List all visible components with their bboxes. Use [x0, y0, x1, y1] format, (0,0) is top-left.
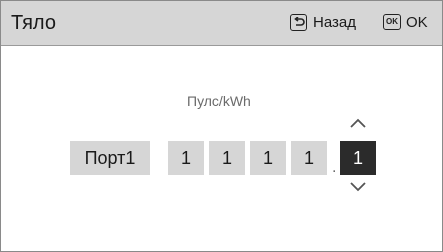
digit-value: 1 [180, 147, 191, 168]
chevron-down-icon[interactable] [349, 181, 367, 193]
digit-value: 1 [352, 147, 363, 168]
digit-value: 1 [262, 147, 273, 168]
port-label: Порт1 [84, 147, 136, 168]
decimal-separator: . [332, 159, 337, 176]
ok-key-icon: OK [383, 14, 401, 30]
digit-2[interactable]: 1 [209, 141, 245, 175]
digit-1[interactable]: 1 [168, 141, 204, 175]
return-arrow-icon [290, 13, 307, 31]
header-bar: Тяло Назад OK OK [1, 1, 442, 46]
back-label: Назад [313, 13, 356, 31]
ok-button[interactable]: OK OK [383, 12, 428, 32]
port-selector[interactable]: Порт1 [70, 141, 150, 175]
screen: Тяло Назад OK OK Пулс/kWh Порт1 1 1 1 1 … [0, 0, 443, 252]
digit-3[interactable]: 1 [250, 141, 286, 175]
back-button[interactable]: Назад [290, 12, 356, 32]
chevron-up-icon[interactable] [349, 117, 367, 129]
ok-label: OK [406, 13, 428, 31]
digit-value: 1 [303, 147, 314, 168]
unit-label: Пулс/kWh [187, 93, 251, 109]
digit-5-selected[interactable]: 1 [340, 141, 376, 175]
digit-value: 1 [221, 147, 232, 168]
page-title: Тяло [11, 12, 56, 34]
digit-4[interactable]: 1 [291, 141, 327, 175]
